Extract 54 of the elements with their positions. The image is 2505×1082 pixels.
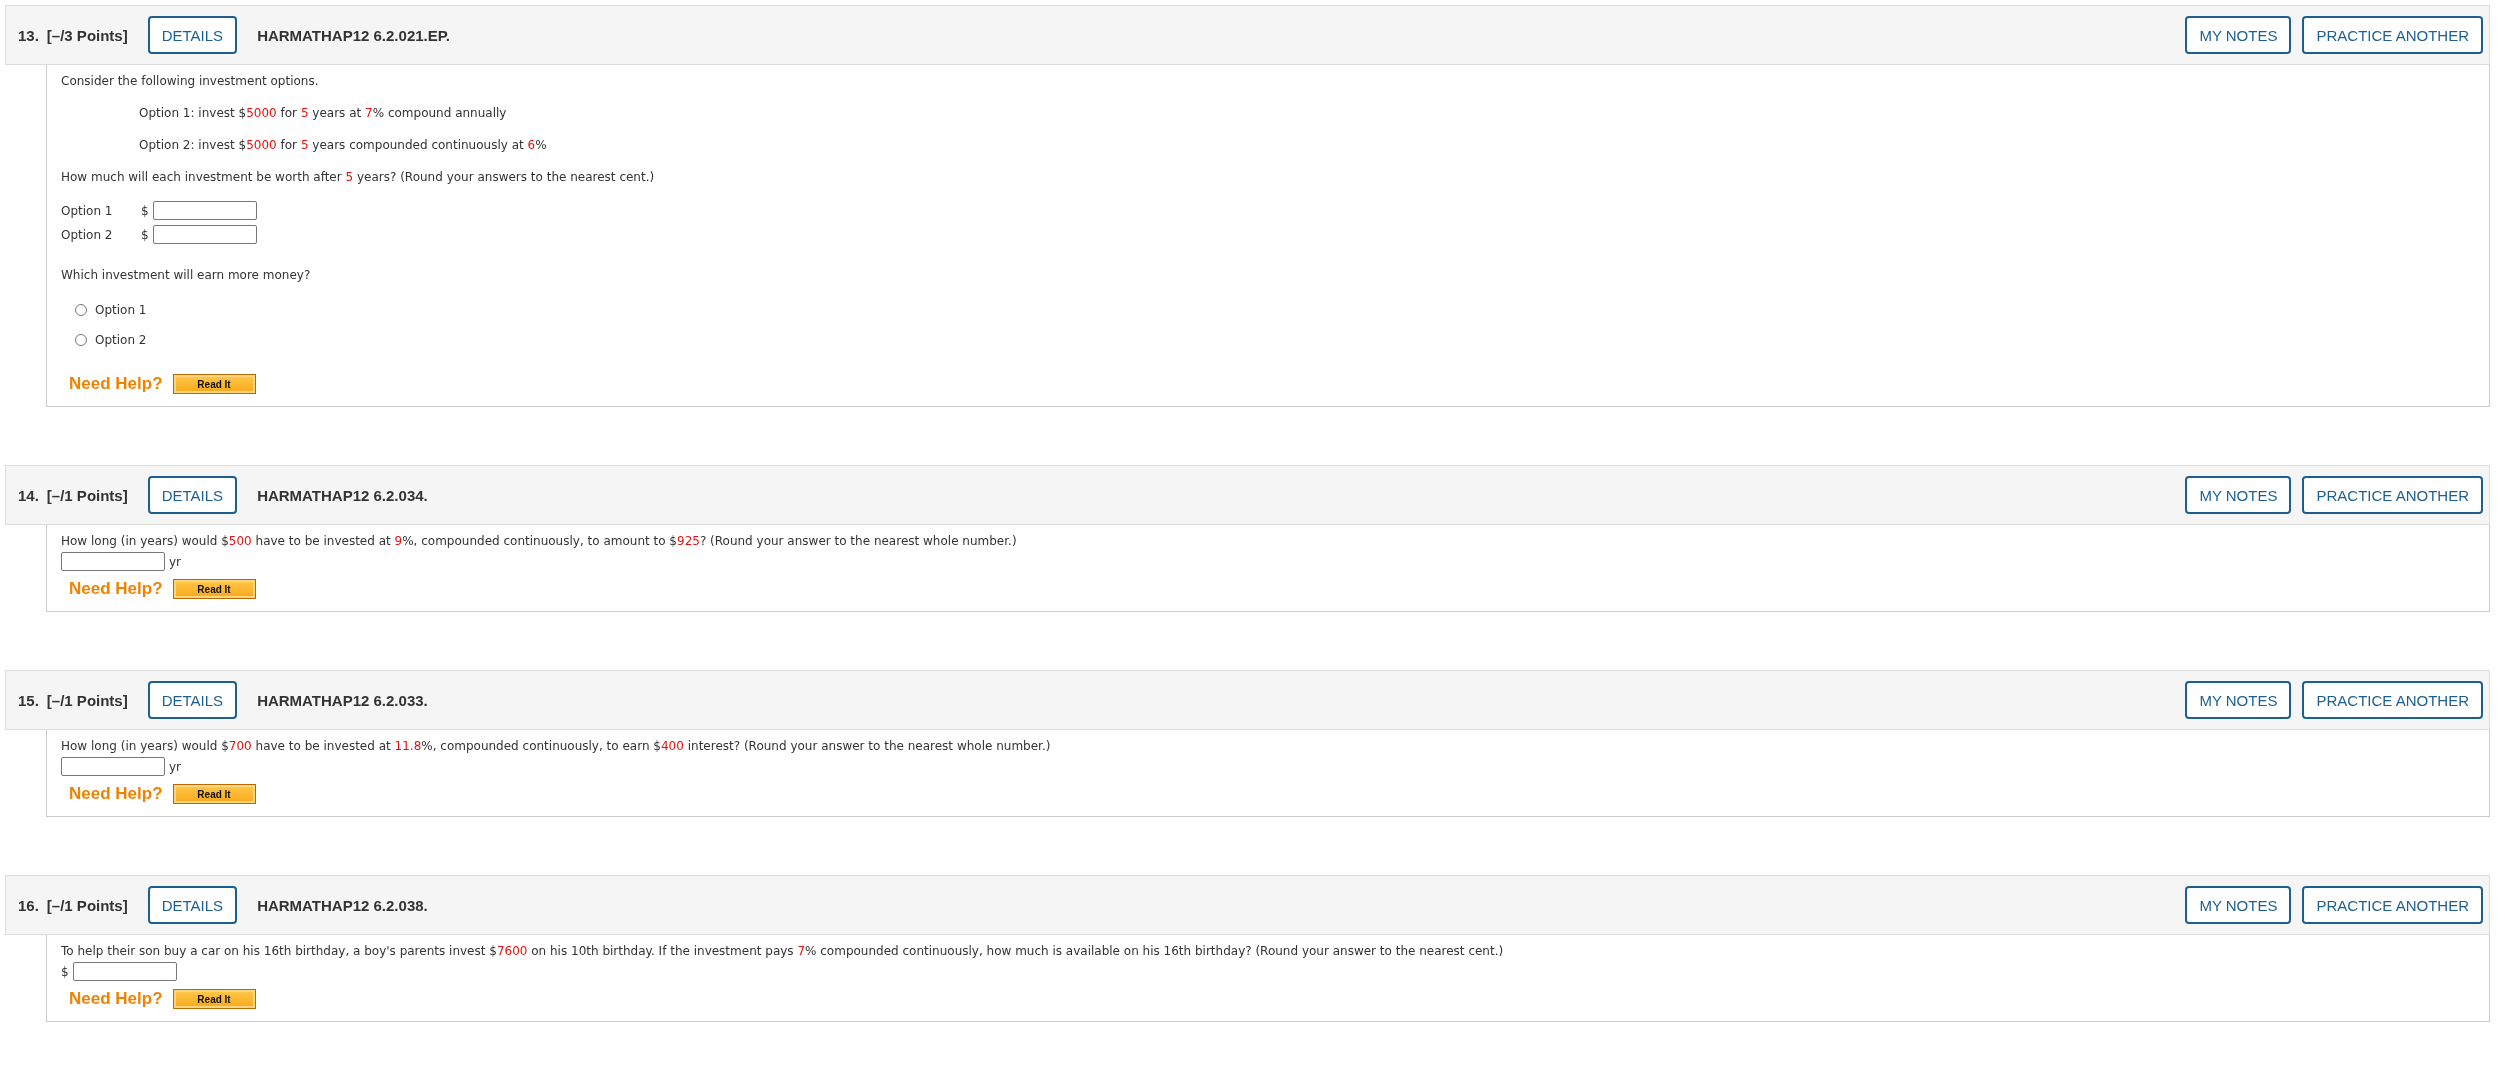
need-help-label: Need Help? <box>69 374 163 394</box>
unit-label: yr <box>169 759 182 774</box>
unit-label: yr <box>169 554 182 569</box>
question-text: Consider the following investment options. <box>61 73 320 90</box>
problem-code: HARMATHAP12 6.2.021.EP. <box>257 26 450 44</box>
question-text: To help their son buy a car on his 16th birthday, a boy's parents invest $7600 on his 10th birthday. If the investment pays 7% compounded continuously, how much is available on his 16th birthday? (Round your answer to the nearest cent.) <box>61 943 1505 960</box>
points-label: [–/1 Points] <box>46 486 128 504</box>
my-notes-button[interactable]: MY NOTES <box>2185 681 2292 719</box>
currency-label: $ <box>61 964 69 979</box>
question-number: 13. <box>18 26 39 44</box>
question-number: 14. <box>18 486 39 504</box>
my-notes-button[interactable]: MY NOTES <box>2185 886 2292 924</box>
answer-field[interactable] <box>152 225 257 244</box>
problem-code: HARMATHAP12 6.2.038. <box>257 896 428 914</box>
radio-label: Option 1 <box>95 303 147 317</box>
need-help-label: Need Help? <box>69 989 163 1009</box>
answer-field[interactable] <box>152 201 257 220</box>
question-text: Option 2: invest $5000 for 5 years compounded continuously at 6% <box>139 137 548 154</box>
option-label: Option 1 <box>61 203 114 218</box>
read-it-button[interactable]: Read It <box>172 579 256 599</box>
currency-label: $ <box>141 203 149 218</box>
answer-field[interactable] <box>72 962 177 981</box>
question-text: How long (in years) would $700 have to be invested at 11.8%, compounded continuously, to earn $400 interest? (Round your answer to the nearest whole number.) <box>61 738 1052 755</box>
points-label: [–/3 Points] <box>46 26 128 44</box>
practice-another-button[interactable]: PRACTICE ANOTHER <box>2302 886 2483 924</box>
read-it-button[interactable]: Read It <box>172 989 256 1009</box>
radio-label: Option 2 <box>95 333 147 347</box>
need-help-label: Need Help? <box>69 784 163 804</box>
option-label: Option 2 <box>61 227 114 242</box>
my-notes-button[interactable]: MY NOTES <box>2185 476 2292 514</box>
read-it-button[interactable]: Read It <box>172 374 256 394</box>
problem-code: HARMATHAP12 6.2.034. <box>257 486 428 504</box>
problem-code: HARMATHAP12 6.2.033. <box>257 691 428 709</box>
my-notes-button[interactable]: MY NOTES <box>2185 16 2292 54</box>
currency-label: $ <box>141 227 149 242</box>
need-help-label: Need Help? <box>69 579 163 599</box>
practice-another-button[interactable]: PRACTICE ANOTHER <box>2302 476 2483 514</box>
details-button[interactable]: DETAILS <box>147 681 238 719</box>
practice-another-button[interactable]: PRACTICE ANOTHER <box>2302 681 2483 719</box>
details-button[interactable]: DETAILS <box>147 886 238 924</box>
points-label: [–/1 Points] <box>46 691 128 709</box>
read-it-button[interactable]: Read It <box>172 784 256 804</box>
details-button[interactable]: DETAILS <box>147 476 238 514</box>
details-button[interactable]: DETAILS <box>147 16 238 54</box>
points-label: [–/1 Points] <box>46 896 128 914</box>
question-number: 15. <box>18 691 39 709</box>
answer-field[interactable] <box>61 757 165 776</box>
question-text: How long (in years) would $500 have to be invested at 9%, compounded continuously, to amount to $925? (Round your answer to the nearest whole number.) <box>61 533 1018 550</box>
question-text: Option 1: invest $5000 for 5 years at 7% compound annually <box>139 105 508 122</box>
practice-another-button[interactable]: PRACTICE ANOTHER <box>2302 16 2483 54</box>
question-text: Which investment will earn more money? <box>61 267 312 284</box>
question-number: 16. <box>18 896 39 914</box>
answer-field[interactable] <box>61 552 165 571</box>
question-text: How much will each investment be worth after 5 years? (Round your answers to the nearest cent.) <box>61 169 656 186</box>
